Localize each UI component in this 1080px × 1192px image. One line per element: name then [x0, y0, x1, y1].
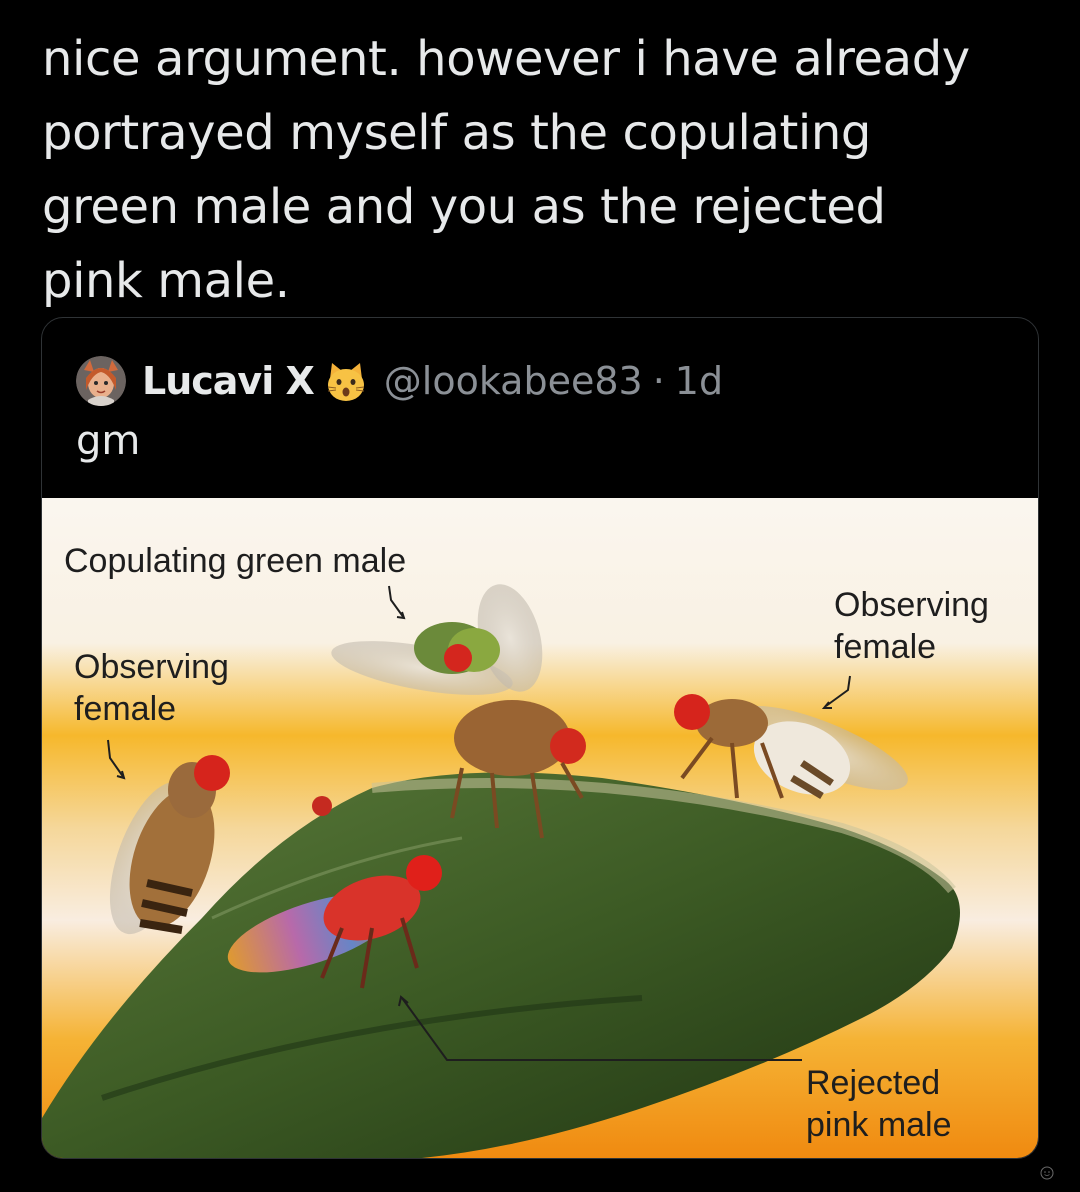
- cat-emoji-icon: [327, 363, 364, 401]
- handle[interactable]: @lookabee83: [384, 359, 643, 403]
- fly-background: [312, 796, 332, 816]
- quoted-tweet-header: Lucavi X @lookabee83 · 1d: [76, 356, 723, 406]
- timestamp[interactable]: 1d: [675, 359, 723, 403]
- quoted-tweet-card[interactable]: Lucavi X @lookabee83 · 1d gm Copulating …: [41, 317, 1039, 1159]
- quoted-tweet-image[interactable]: Copulating green male Observing female O…: [42, 498, 1038, 1158]
- smiley-icon: [1040, 1166, 1054, 1180]
- label-copulating-green-male: Copulating green male: [64, 542, 407, 580]
- label-observing-female-left: Observing female: [74, 648, 229, 728]
- avatar-icon[interactable]: [76, 356, 126, 406]
- quoted-tweet-text: gm: [76, 418, 141, 464]
- tweet-text-line: pink male.: [42, 253, 290, 309]
- tweet-text: nice argument. however i have already po…: [42, 22, 1032, 318]
- display-name[interactable]: Lucavi X: [142, 359, 315, 403]
- label-rejected-pink-male: Rejected pink male: [806, 1064, 952, 1144]
- tweet-text-line: nice argument. however i have already: [42, 31, 970, 87]
- tweet-text-line: green male and you as the rejected: [42, 179, 886, 235]
- label-observing-female-right: Observing female: [834, 586, 989, 666]
- tweet-text-line: portrayed myself as the copulating: [42, 105, 871, 161]
- separator-dot: ·: [652, 359, 665, 403]
